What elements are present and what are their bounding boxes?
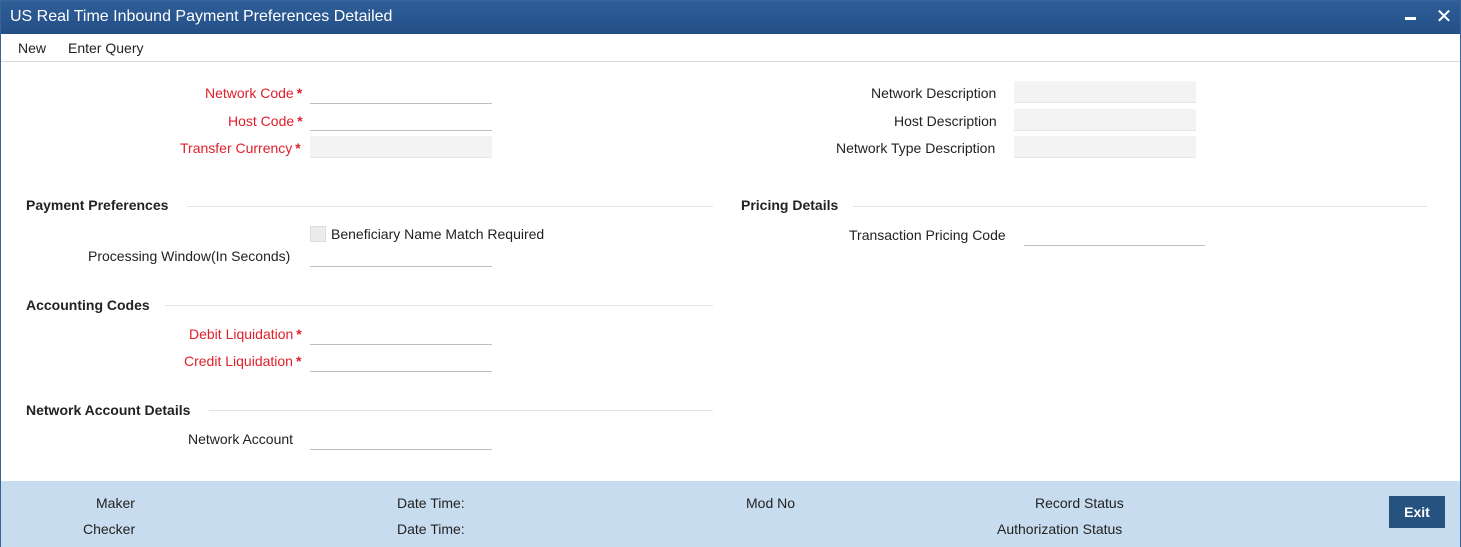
close-icon[interactable]: ✕: [1433, 6, 1455, 28]
processing-window-label: Processing Window(In Seconds): [88, 248, 291, 264]
network-code-label: Network Code *: [205, 85, 303, 101]
payment-preferences-window: US Real Time Inbound Payment Preferences…: [0, 0, 1461, 547]
credit-liquidation-input[interactable]: [310, 350, 492, 372]
network-account-label: Network Account: [188, 431, 294, 447]
required-marker: *: [297, 113, 303, 129]
transfer-currency-input[interactable]: [310, 136, 492, 158]
section-divider: [209, 410, 713, 411]
beneficiary-name-match-checkbox[interactable]: [310, 226, 326, 242]
host-description-field: [1014, 109, 1196, 131]
payment-preferences-section-title: Payment Preferences: [26, 197, 169, 213]
credit-liquidation-label: Credit Liquidation *: [184, 353, 302, 369]
transfer-currency-label: Transfer Currency *: [180, 140, 301, 156]
audit-footer: Maker Checker Date Time: Date Time: Mod …: [1, 481, 1460, 547]
authorization-status-label: Authorization Status: [997, 521, 1123, 537]
transaction-pricing-code-label: Transaction Pricing Code: [849, 227, 1006, 243]
maker-date-time-label: Date Time:: [397, 495, 465, 511]
window-titlebar[interactable]: US Real Time Inbound Payment Preferences…: [1, 1, 1460, 34]
record-status-label: Record Status: [1035, 495, 1124, 511]
network-type-description-field: [1014, 136, 1196, 158]
required-marker: *: [295, 140, 301, 156]
host-description-label: Host Description: [894, 113, 997, 129]
accounting-codes-section-title: Accounting Codes: [26, 297, 150, 313]
new-button[interactable]: New: [18, 40, 46, 56]
required-marker: *: [296, 326, 302, 342]
maker-label: Maker: [96, 495, 135, 511]
network-code-input[interactable]: [310, 82, 492, 104]
processing-window-input[interactable]: [310, 245, 492, 267]
host-code-input[interactable]: [310, 109, 492, 131]
network-description-field: [1014, 81, 1196, 103]
network-account-details-section-title: Network Account Details: [26, 402, 191, 418]
network-account-input[interactable]: [310, 428, 492, 450]
debit-liquidation-label: Debit Liquidation *: [189, 326, 302, 342]
section-divider: [853, 206, 1427, 207]
network-description-label: Network Description: [871, 85, 997, 101]
checker-date-time-label: Date Time:: [397, 521, 465, 537]
section-divider: [165, 305, 713, 306]
beneficiary-name-match-label: Beneficiary Name Match Required: [331, 226, 545, 242]
pricing-details-section-title: Pricing Details: [741, 197, 839, 213]
required-marker: *: [296, 85, 303, 101]
minimize-icon[interactable]: [1400, 6, 1422, 28]
network-type-description-label: Network Type Description: [836, 140, 996, 156]
exit-button[interactable]: Exit: [1389, 496, 1445, 528]
window-title: US Real Time Inbound Payment Preferences…: [10, 8, 393, 25]
mod-no-label: Mod No: [746, 495, 796, 511]
required-marker: *: [295, 353, 302, 369]
transaction-pricing-code-input[interactable]: [1024, 224, 1205, 246]
section-divider: [187, 206, 713, 207]
enter-query-button[interactable]: Enter Query: [68, 40, 143, 56]
host-code-label: Host Code *: [228, 113, 303, 129]
toolbar: New Enter Query: [1, 34, 1460, 62]
debit-liquidation-input[interactable]: [310, 323, 492, 345]
checker-label: Checker: [83, 521, 136, 537]
